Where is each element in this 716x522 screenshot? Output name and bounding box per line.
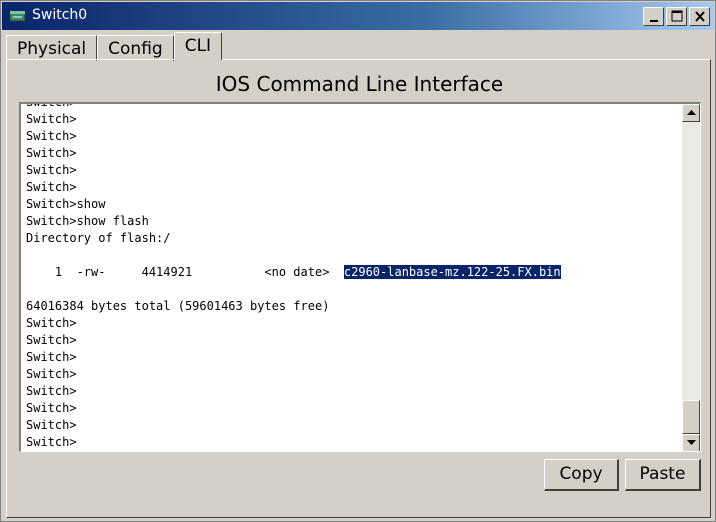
- selected-filename[interactable]: c2960-lanbase-mz.122-25.FX.bin: [343, 265, 561, 279]
- terminal-line: Switch>: [26, 350, 77, 364]
- terminal-line: Switch>: [26, 129, 77, 143]
- window-title: Switch0: [32, 7, 88, 23]
- switch0-window: Switch0 Physical Config CLI IOS Command …: [0, 0, 716, 522]
- tab-cli[interactable]: CLI: [173, 32, 223, 60]
- tab-bar: Physical Config CLI: [6, 32, 223, 61]
- close-icon: [695, 11, 705, 22]
- scroll-up-button[interactable]: [682, 104, 700, 122]
- minimize-icon: [650, 20, 658, 22]
- arrow-up-icon: [687, 110, 696, 115]
- terminal-line: Switch>: [26, 316, 77, 330]
- terminal-line: Switch>: [26, 401, 77, 415]
- maximize-icon: [671, 10, 683, 22]
- flash-entry: 1 -rw- 4414921 <no date>: [26, 265, 344, 279]
- cli-heading: IOS Command Line Interface: [215, 72, 504, 96]
- arrow-down-icon: [687, 440, 696, 445]
- paste-button[interactable]: Paste: [625, 459, 701, 491]
- terminal-line: Switch>: [26, 333, 77, 347]
- cli-panel: IOS Command Line Interface Switch> Switc…: [6, 59, 711, 518]
- maximize-button[interactable]: [666, 7, 687, 26]
- minimize-button[interactable]: [643, 7, 664, 26]
- terminal-line: Switch>show flash: [26, 214, 149, 228]
- terminal-line: Switch>: [26, 102, 77, 109]
- terminal-line: Switch>: [26, 367, 77, 381]
- scrollbar-thumb[interactable]: [682, 400, 700, 434]
- cli-terminal[interactable]: Switch> Switch> Switch> Switch> Switch> …: [19, 102, 701, 452]
- terminal-line: Switch>: [26, 384, 77, 398]
- terminal-line: Switch>: [26, 435, 77, 449]
- terminal-output[interactable]: Switch> Switch> Switch> Switch> Switch> …: [26, 102, 676, 451]
- terminal-line: 64016384 bytes total (59601463 bytes fre…: [26, 299, 330, 313]
- switch-device-icon: [9, 11, 26, 22]
- terminal-line: Switch>: [26, 180, 77, 194]
- terminal-line: Switch>: [26, 112, 77, 126]
- terminal-line: Directory of flash:/: [26, 231, 171, 245]
- terminal-line: Switch>: [26, 163, 77, 177]
- close-button[interactable]: [689, 7, 710, 26]
- tab-physical[interactable]: Physical: [6, 35, 98, 61]
- title-bar[interactable]: Switch0: [2, 2, 714, 30]
- tab-config[interactable]: Config: [97, 35, 174, 61]
- terminal-line: Switch>show: [26, 197, 106, 211]
- terminal-line: 1 -rw- 4414921 <no date> c2960-lanbase-m…: [26, 264, 676, 281]
- terminal-line: Switch>: [26, 418, 77, 432]
- terminal-line: Switch>: [26, 146, 77, 160]
- copy-button[interactable]: Copy: [544, 459, 619, 491]
- vertical-scrollbar[interactable]: [682, 104, 700, 451]
- scroll-down-button[interactable]: [682, 434, 700, 451]
